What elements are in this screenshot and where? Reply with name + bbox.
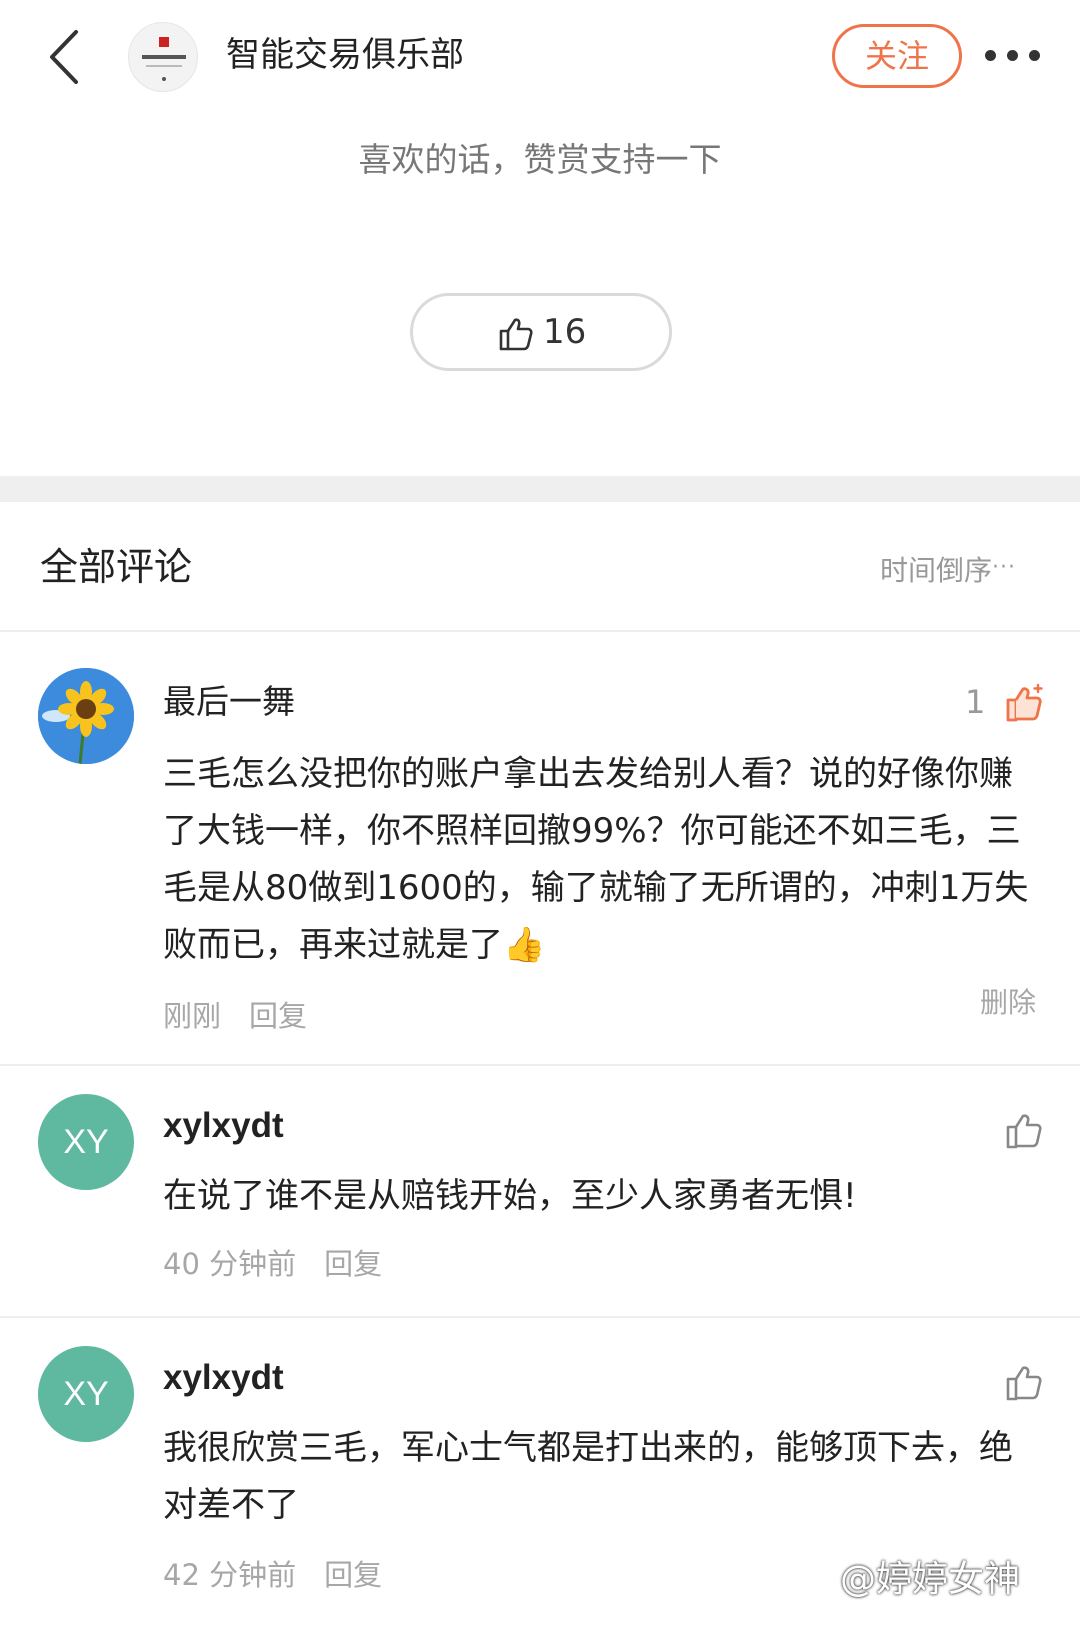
comments-title: 全部评论 — [40, 545, 193, 589]
delete-button[interactable]: 删除 — [980, 983, 1036, 1023]
thumbs-up-liked-icon — [1006, 683, 1043, 722]
divider — [0, 1064, 1080, 1066]
comment-time: 40 分钟前 — [163, 1247, 297, 1281]
back-icon[interactable] — [40, 22, 90, 92]
section-divider — [0, 476, 1080, 502]
article-like-button[interactable]: 16 — [410, 293, 672, 371]
account-name[interactable]: 智能交易俱乐部 — [226, 30, 464, 80]
thumbs-up-icon — [1006, 1366, 1042, 1401]
avatar[interactable]: XY — [38, 1346, 134, 1442]
sort-more-icon: ··· — [992, 555, 1016, 580]
avatar[interactable] — [38, 668, 134, 764]
thumbs-up-icon — [1006, 1114, 1042, 1149]
thumbs-up-icon — [498, 316, 534, 352]
comment-like-button[interactable] — [965, 1106, 1045, 1152]
reply-button[interactable]: 回复 — [249, 996, 307, 1036]
reply-button[interactable]: 回复 — [324, 1555, 382, 1595]
comment-text: 我很欣赏三毛，军心士气都是打出来的，能够顶下去，绝对差不了 — [163, 1428, 1013, 1525]
sort-label: 时间倒序 — [880, 554, 993, 587]
comment-username[interactable]: 最后一舞 — [163, 680, 295, 724]
watermark: @婷婷女神 — [840, 1559, 1021, 1600]
article-like-count: 16 — [543, 312, 587, 352]
comment-meta: 40 分钟前 回复 — [163, 1244, 382, 1284]
comment-like-button[interactable] — [965, 1358, 1045, 1404]
top-bar: 智能交易俱乐部 关注 — [0, 0, 1080, 110]
comment-like-count: 1 — [965, 683, 986, 721]
sort-toggle[interactable]: 时间倒序··· — [880, 548, 1016, 591]
comment-time: 刚刚 — [163, 999, 222, 1033]
comment-meta: 刚刚 回复 — [163, 996, 307, 1036]
comment-text: 在说了谁不是从赔钱开始，至少人家勇者无惧! — [163, 1176, 857, 1216]
comment-username[interactable]: xylxydt — [163, 1356, 284, 1400]
comment-time: 42 分钟前 — [163, 1558, 297, 1592]
reply-button[interactable]: 回复 — [324, 1244, 382, 1284]
account-logo[interactable] — [128, 22, 198, 92]
follow-button[interactable]: 关注 — [832, 24, 962, 88]
more-icon[interactable] — [985, 40, 1045, 70]
avatar[interactable]: XY — [38, 1094, 134, 1190]
divider — [0, 630, 1080, 632]
comment-meta: 42 分钟前 回复 — [163, 1555, 382, 1595]
divider — [0, 1316, 1080, 1318]
comment-text: 三毛怎么没把你的账户拿出去发给别人看？说的好像你赚了大钱一样，你不照样回撤99%… — [163, 754, 1029, 965]
comment-like-button[interactable]: 1 — [965, 679, 1045, 725]
reward-prompt: 喜欢的话，赞赏支持一下 — [358, 140, 722, 179]
comment-username[interactable]: xylxydt — [163, 1104, 284, 1148]
